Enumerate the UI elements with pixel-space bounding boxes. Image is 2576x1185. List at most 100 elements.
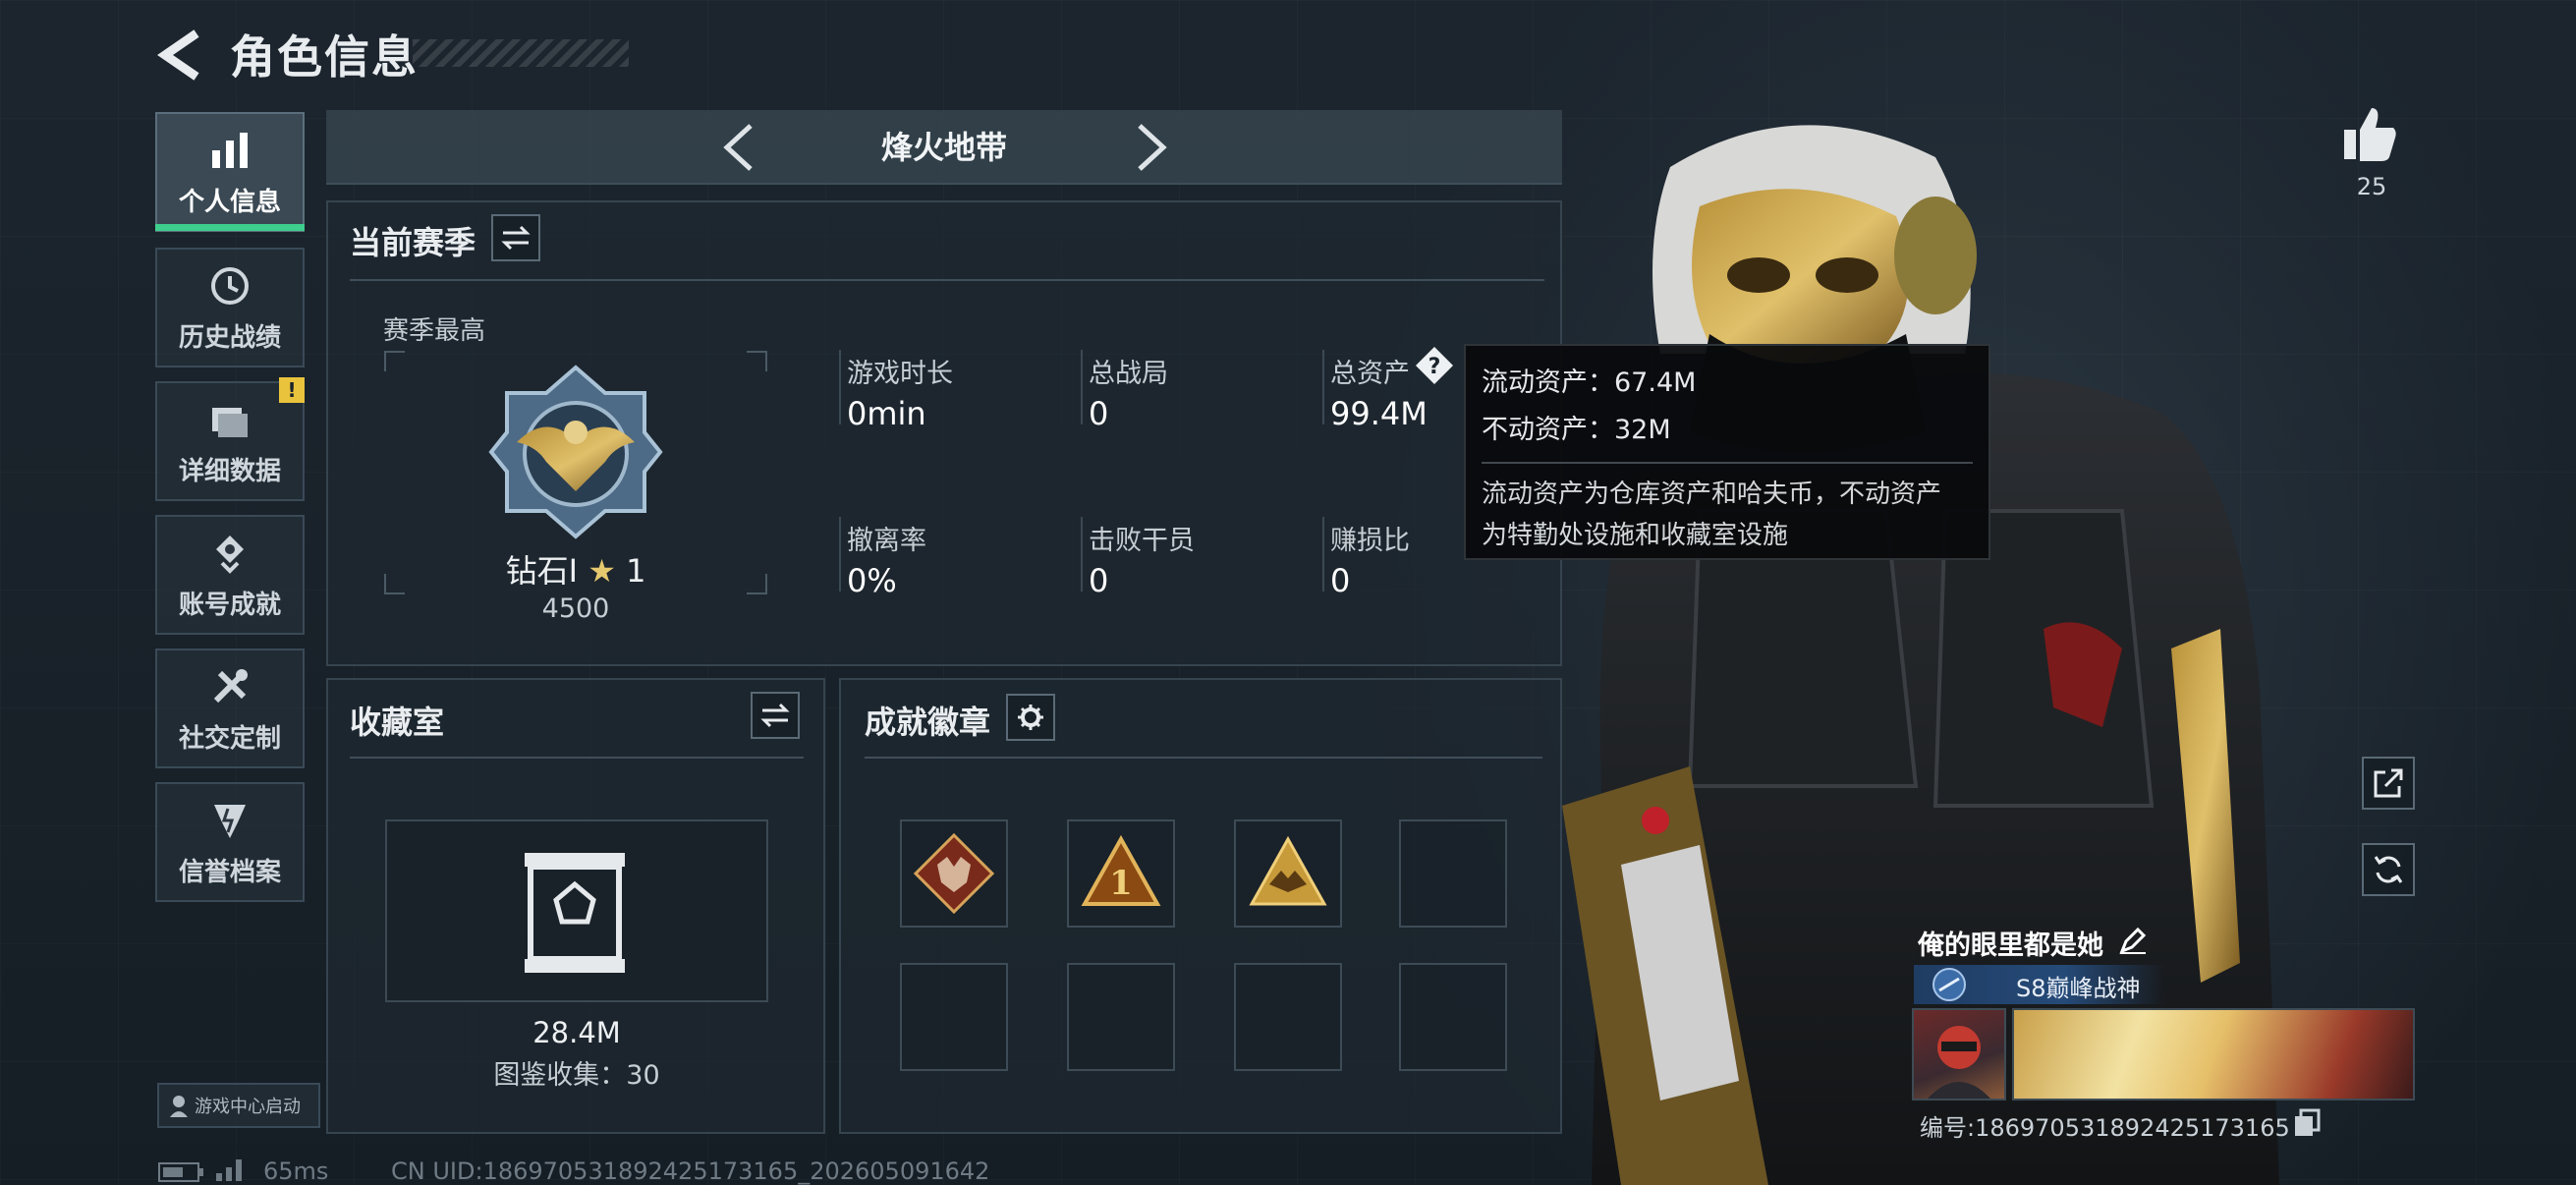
display-case-icon	[525, 853, 625, 973]
eagle-badge-icon	[1249, 835, 1327, 906]
season-switch-button[interactable]	[491, 214, 540, 261]
tooltip-fixed-assets: 不动资产：32M	[1482, 415, 1671, 445]
stat-total-matches-label: 总战局	[1089, 359, 1168, 389]
tools-icon	[213, 668, 248, 703]
name-card[interactable]	[2012, 1008, 2415, 1100]
sidebar-item-label: 历史战绩	[178, 322, 281, 353]
achievement-icon	[216, 535, 244, 574]
badge-slot-empty[interactable]	[900, 963, 1008, 1071]
tooltip-description-1: 流动资产为仓库资产和哈夫币，不动资产	[1482, 480, 1942, 509]
badge-slot-empty[interactable]	[1067, 963, 1175, 1071]
back-arrow-icon[interactable]	[155, 28, 204, 83]
sidebar-item-label: 账号成就	[178, 590, 281, 620]
badge-slot[interactable]	[900, 819, 1008, 928]
page-title: 角色信息	[230, 30, 419, 84]
stat-play-time-value: 0min	[847, 395, 926, 432]
tooltip-description-2: 为特勤处设施和收藏室设施	[1482, 521, 1789, 550]
avatar-portrait	[1928, 1026, 1990, 1099]
svg-text:?: ?	[1428, 355, 1441, 379]
refresh-icon	[2374, 856, 2403, 883]
title-emblem-icon	[1932, 968, 1966, 1001]
rank-line: 钻石Ⅰ ★ 1	[383, 546, 768, 592]
gear-icon	[1018, 705, 1043, 730]
stat-separator	[1081, 350, 1083, 424]
thumbs-up-icon[interactable]	[2340, 104, 2399, 163]
collection-switch-button[interactable]	[751, 692, 800, 739]
next-mode-arrow-icon[interactable]	[1132, 122, 1171, 173]
active-indicator	[155, 224, 305, 231]
signal-icon	[216, 1159, 242, 1181]
badge-slot[interactable]: 1	[1067, 819, 1175, 928]
battery-icon	[158, 1162, 203, 1182]
share-button[interactable]	[2362, 757, 2415, 810]
sidebar-item-social[interactable]: 社交定制	[155, 649, 305, 768]
stat-profit-ratio-label: 赚损比	[1330, 526, 1410, 556]
share-icon	[2374, 768, 2403, 798]
rank-points: 4500	[541, 593, 610, 624]
section-divider	[350, 279, 1544, 281]
stat-total-assets-value: 99.4M	[1330, 395, 1428, 432]
sidebar-item-achievements[interactable]: 账号成就	[155, 515, 305, 635]
copy-icon[interactable]	[2293, 1108, 2321, 1138]
diamond-rank-emblem-icon	[488, 365, 663, 539]
section-divider	[865, 757, 1542, 759]
collection-catalog: 图鉴收集：30	[493, 1060, 660, 1091]
tooltip-divider	[1482, 462, 1973, 464]
player-name: 俺的眼里都是她	[1918, 931, 2103, 961]
sidebar-item-history[interactable]: 历史战绩	[155, 248, 305, 367]
avatar[interactable]	[1912, 1008, 2006, 1100]
achievements-settings-button[interactable]	[1006, 694, 1055, 741]
rank-name: 钻石Ⅰ	[505, 552, 579, 590]
sidebar-item-label: 社交定制	[178, 723, 281, 754]
stat-play-time-label: 游戏时长	[847, 359, 953, 389]
stat-profit-ratio-value: 0	[1330, 562, 1351, 599]
collection-value: 28.4M	[532, 1016, 621, 1049]
footer-uid: CN UID:186970531892425173165_20260509164…	[391, 1157, 990, 1185]
section-divider	[350, 757, 804, 759]
stat-extract-rate-label: 撤离率	[847, 526, 926, 556]
collection-title: 收藏室	[350, 704, 445, 741]
star-icon: ★	[588, 552, 616, 590]
wolf-badge-icon	[913, 832, 995, 915]
stat-total-assets-label: 总资产	[1330, 359, 1410, 389]
player-rank-title: S8巅峰战神	[2016, 975, 2141, 1002]
badge-slot-empty[interactable]	[1399, 819, 1507, 928]
season-best-label: 赛季最高	[383, 316, 486, 346]
edit-pencil-icon[interactable]	[2118, 926, 2148, 955]
stat-kills-label: 击败干员	[1089, 526, 1195, 556]
assets-tooltip: 流动资产：67.4M 不动资产：32M 流动资产为仓库资产和哈夫币，不动资产 为…	[1464, 344, 1990, 560]
stat-separator	[1081, 517, 1083, 592]
mode-name: 烽火地带	[880, 129, 1007, 166]
tooltip-liquid-assets: 流动资产：67.4M	[1482, 367, 1697, 398]
sidebar-item-label: 个人信息	[178, 187, 281, 217]
refresh-button[interactable]	[2362, 843, 2415, 896]
credit-icon	[214, 804, 246, 838]
game-center-launch-button[interactable]: 游戏中心启动	[157, 1083, 320, 1128]
rank-stars: 1	[626, 552, 646, 590]
svg-text:1: 1	[1109, 864, 1133, 903]
achievements-title: 成就徽章	[865, 704, 991, 741]
history-clock-icon	[211, 266, 249, 305]
stat-separator	[839, 517, 841, 592]
badge-slot-empty[interactable]	[1234, 963, 1342, 1071]
stat-separator	[1322, 517, 1324, 592]
swap-icon	[501, 225, 531, 251]
stat-separator	[839, 350, 841, 424]
sidebar-item-label: 信誉档案	[178, 857, 281, 887]
badge-slot[interactable]	[1234, 819, 1342, 928]
launch-label: 游戏中心启动	[195, 1097, 301, 1117]
help-question-icon[interactable]: ?	[1415, 346, 1454, 385]
stat-extract-rate-value: 0%	[847, 562, 897, 599]
rank-one-badge-icon: 1	[1081, 834, 1161, 906]
sidebar-item-label: 详细数据	[178, 456, 281, 486]
stat-separator	[1322, 350, 1324, 424]
user-icon	[170, 1096, 188, 1117]
stat-total-matches-value: 0	[1089, 395, 1109, 432]
sidebar-item-credit[interactable]: 信誉档案	[155, 782, 305, 902]
badge-slot-empty[interactable]	[1399, 963, 1507, 1071]
stat-kills-value: 0	[1089, 562, 1109, 599]
alert-badge: !	[279, 377, 305, 403]
title-decoration	[413, 39, 629, 67]
like-count: 25	[2356, 173, 2387, 200]
folder-icon	[212, 407, 248, 437]
